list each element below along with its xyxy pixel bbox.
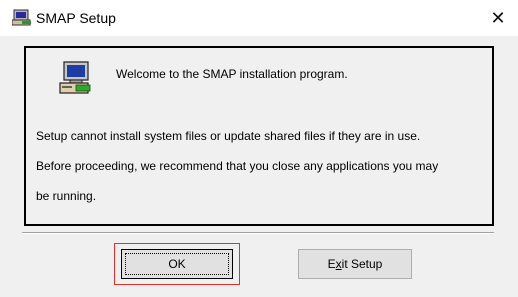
separator xyxy=(22,232,494,234)
setup-computer-icon xyxy=(58,60,94,96)
window-title: SMAP Setup xyxy=(36,10,116,26)
welcome-message: Welcome to the SMAP installation program… xyxy=(116,67,348,81)
setup-app-icon xyxy=(11,9,32,27)
body-line: be running. xyxy=(36,189,97,203)
body-message: Setup cannot install system files or upd… xyxy=(36,114,482,219)
exit-setup-button[interactable]: Exit Setup xyxy=(298,249,412,279)
message-panel: Welcome to the SMAP installation program… xyxy=(24,46,494,226)
close-icon: ✕ xyxy=(490,7,506,28)
body-line: Before proceeding, we recommend that you… xyxy=(36,159,439,173)
body-line: Setup cannot install system files or upd… xyxy=(36,129,421,143)
close-button[interactable]: ✕ xyxy=(478,0,518,36)
title-bar: SMAP Setup ✕ xyxy=(0,0,518,36)
dialog-client-area: Welcome to the SMAP installation program… xyxy=(0,36,518,297)
exit-setup-label: Exit Setup xyxy=(327,257,383,271)
ok-button[interactable]: OK xyxy=(121,249,233,279)
ok-button-label: OK xyxy=(168,257,186,271)
